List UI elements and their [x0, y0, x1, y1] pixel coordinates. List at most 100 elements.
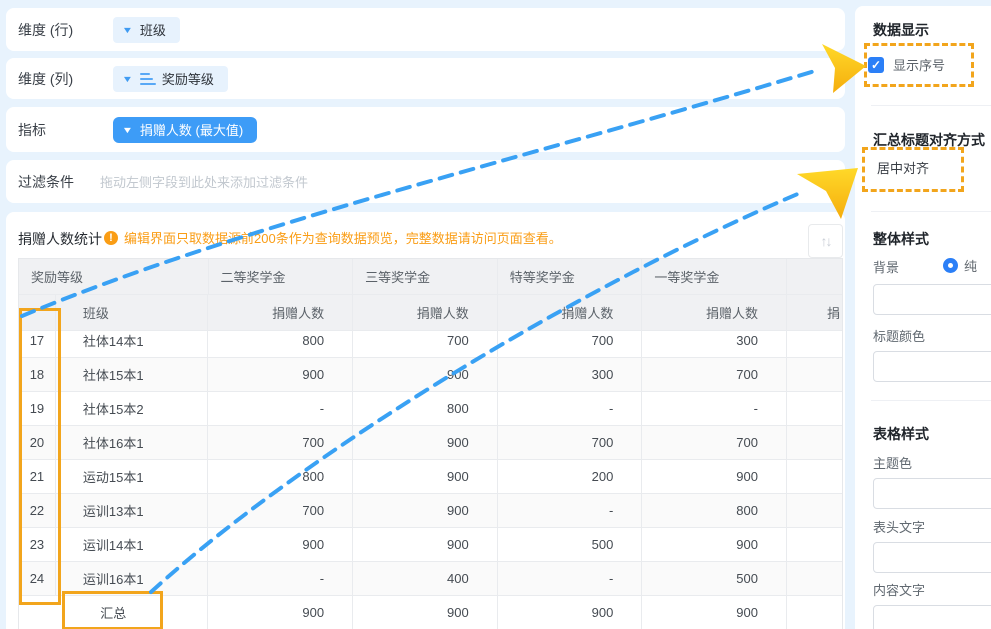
table-title: 捐赠人数统计 — [18, 229, 102, 249]
filter-label: 过滤条件 — [18, 172, 100, 192]
row-dimension-tag[interactable]: ▼ 班级 — [113, 17, 180, 43]
row-dimension-label: 维度 (行) — [18, 20, 113, 40]
preview-warning: ! 编辑界面只取数据源前200条作为查询数据预览，完整数据请访问页面查看。 — [104, 228, 562, 247]
sort-icon: ↑↓ — [821, 233, 831, 249]
background-color-input[interactable] — [873, 284, 991, 315]
value-cell: 200 — [498, 460, 643, 493]
value-cell: 900 — [642, 460, 787, 493]
summary-label-cell: 汇总 — [19, 596, 208, 629]
metric-label: 指标 — [18, 120, 113, 140]
value-cell: 900 — [353, 460, 498, 493]
value-cell: 300 — [498, 358, 643, 391]
table-row: 24运训16本1-400-500 — [19, 562, 842, 596]
radio-selected-icon[interactable] — [943, 258, 958, 273]
value-cell: 700 — [498, 331, 643, 357]
value-cell: 800 — [642, 494, 787, 527]
summary-value-cell: 900 — [498, 596, 643, 629]
settings-panel: 数据显示 ✓ 显示序号 汇总标题对齐方式 居中对齐 整体样式 背景 纯 标题颜色… — [855, 6, 991, 629]
value-cell: - — [208, 562, 353, 595]
clipped-cell — [787, 392, 842, 425]
bg-solid-radio-option[interactable]: 纯 — [943, 256, 977, 275]
value-cell: 800 — [353, 392, 498, 425]
col-dimension-tag-label: 奖励等级 — [162, 69, 214, 88]
value-cell: 500 — [498, 528, 643, 561]
value-cell: - — [208, 392, 353, 425]
col-dimension-tag[interactable]: ▼ 奖励等级 — [113, 66, 228, 92]
table-row: 23运训14本1900900500900 — [19, 528, 842, 562]
chevron-down-icon: ▼ — [122, 125, 134, 135]
value-cell: 700 — [642, 358, 787, 391]
table-row: 22运训13本1700900-800 — [19, 494, 842, 528]
header-cell: 二等奖学金 — [209, 259, 354, 294]
value-cell: 700 — [498, 426, 643, 459]
header-cell: 捐赠人数 — [353, 295, 498, 330]
value-cell: - — [642, 392, 787, 425]
bg-solid-label: 纯 — [964, 256, 977, 275]
theme-color-label: 主题色 — [873, 453, 912, 472]
value-cell: 900 — [642, 528, 787, 561]
value-cell: 700 — [208, 494, 353, 527]
table-row: 17社体14本1800700700300 — [19, 331, 842, 358]
value-cell: - — [498, 494, 643, 527]
header-cell: 捐赠人数 — [642, 295, 787, 330]
value-cell: 900 — [353, 426, 498, 459]
chevron-down-icon: ▼ — [122, 25, 134, 35]
header-cell: 三等奖学金 — [353, 259, 498, 294]
value-cell: 300 — [642, 331, 787, 357]
panel-divider — [871, 400, 991, 401]
table-row: 19社体15本2-800-- — [19, 392, 842, 426]
value-cell: 800 — [208, 331, 353, 357]
row-number-cell: 17 — [19, 331, 56, 357]
table-row: 18社体15本1900900300700 — [19, 358, 842, 392]
summary-align-select[interactable]: 居中对齐 — [877, 158, 929, 177]
row-number-cell: 22 — [19, 494, 56, 527]
show-index-option[interactable]: ✓ 显示序号 — [868, 55, 945, 74]
row-number-cell: 19 — [19, 392, 56, 425]
filter-placeholder: 拖动左侧字段到此处来添加过滤条件 — [100, 172, 308, 191]
overall-style-title: 整体样式 — [873, 229, 929, 249]
title-color-label: 标题颜色 — [873, 326, 925, 345]
header-cell — [19, 295, 56, 330]
clipped-cell — [787, 528, 842, 561]
table-preview-card: 捐赠人数统计 ! 编辑界面只取数据源前200条作为查询数据预览，完整数据请访问页… — [6, 212, 845, 629]
header-cell: 班级 — [56, 295, 209, 330]
checkbox-checked-icon[interactable]: ✓ — [868, 57, 884, 73]
summary-align-title: 汇总标题对齐方式 — [873, 130, 985, 150]
row-number-cell: 21 — [19, 460, 56, 493]
table-body: 17社体14本180070070030018社体15本1900900300700… — [19, 331, 842, 629]
metric-tag[interactable]: ▼ 捐赠人数 (最大值) — [113, 117, 257, 143]
summary-value-cell: 900 — [353, 596, 498, 629]
header-text-label: 表头文字 — [873, 517, 925, 536]
content-text-input[interactable] — [873, 605, 991, 629]
row-number-cell: 18 — [19, 358, 56, 391]
theme-color-input[interactable] — [873, 478, 991, 509]
header-cell: 捐 — [787, 295, 842, 330]
summary-value-cell: 900 — [642, 596, 787, 629]
value-cell: 700 — [642, 426, 787, 459]
panel-divider — [871, 105, 991, 106]
col-dimension-label: 维度 (列) — [18, 69, 113, 89]
value-cell: 900 — [208, 358, 353, 391]
title-color-input[interactable] — [873, 351, 991, 382]
header-cell: 捐赠人数 — [498, 295, 643, 330]
row-number-cell: 24 — [19, 562, 56, 595]
warning-icon: ! — [104, 231, 118, 245]
value-cell: 700 — [353, 331, 498, 357]
value-cell: 900 — [208, 528, 353, 561]
class-name-cell: 社体16本1 — [56, 426, 209, 459]
header-cell: 捐赠人数 — [208, 295, 353, 330]
pivot-table: 奖励等级二等奖学金三等奖学金特等奖学金一等奖学金 班级捐赠人数捐赠人数捐赠人数捐… — [18, 258, 843, 629]
clipped-cell — [787, 494, 842, 527]
header-cell: 奖励等级 — [19, 259, 209, 294]
value-cell: 900 — [353, 358, 498, 391]
class-name-cell: 社体14本1 — [56, 331, 209, 357]
summary-value-cell: 900 — [208, 596, 353, 629]
sort-button[interactable]: ↑↓ — [808, 224, 843, 258]
value-cell: 800 — [208, 460, 353, 493]
clipped-cell — [787, 596, 842, 629]
filter-well[interactable]: 过滤条件 拖动左侧字段到此处来添加过滤条件 — [6, 160, 845, 203]
value-cell: 700 — [208, 426, 353, 459]
value-cell: - — [498, 562, 643, 595]
bi-chart-edit-page: 维度 (行) ▼ 班级 维度 (列) ▼ 奖励等级 指标 ▼ 捐赠人数 (最大值… — [0, 0, 991, 629]
header-text-input[interactable] — [873, 542, 991, 573]
